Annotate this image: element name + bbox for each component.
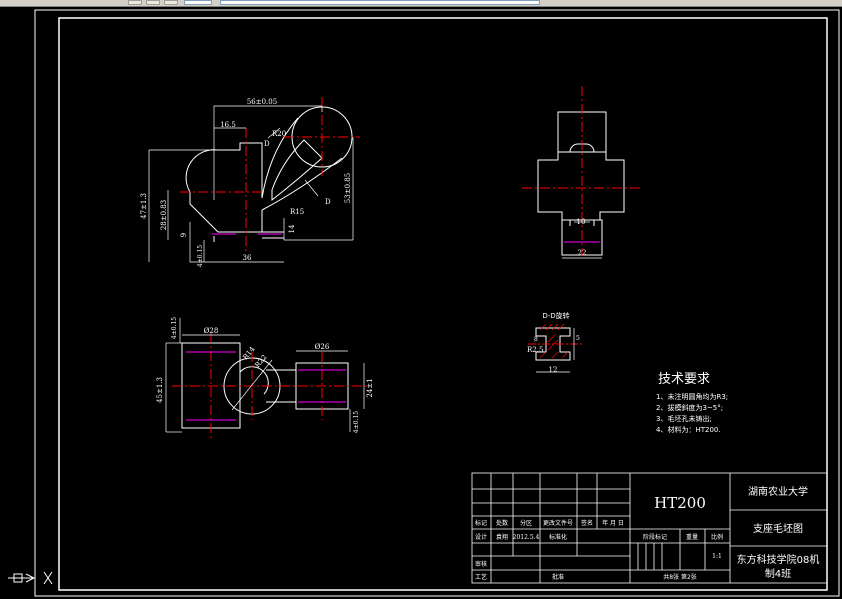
front-view <box>537 111 625 256</box>
section-dim-a: 8 <box>534 336 538 343</box>
sheet-count: 共8张 第2张 <box>663 573 697 581</box>
dim-inner-height: 28±0.83 <box>160 200 168 230</box>
dim-plan-tol1: 4±0.15 <box>171 317 178 339</box>
material-text: HT200 <box>654 494 706 512</box>
dim-plan-tol2: 4±0.15 <box>353 411 360 433</box>
approve-label: 批准 <box>552 573 564 581</box>
technical-notes: 技术要求 1、未注明圆角均为R3; 2、拔模斜度为3~5°; 3、毛坯孔未铸出;… <box>656 372 728 434</box>
university-text: 湖南农业大学 <box>748 485 808 498</box>
drawing-name-text: 支座毛坯图 <box>753 522 803 535</box>
dim-plan-dia1: Ø28 <box>204 327 219 335</box>
notes-title: 技术要求 <box>658 372 710 387</box>
section-label-a: D <box>264 140 270 148</box>
note-item-3: 3、毛坯孔未铸出; <box>656 414 712 423</box>
note-item-1: 1、未注明圆角均为R3; <box>656 392 728 401</box>
cad-drawing-canvas[interactable]: 56±0.05 16.5 R20 D D R15 47±1.3 28±0.83 … <box>0 0 842 599</box>
dim-bottom-tol: 4±0.15 <box>197 245 204 267</box>
dim-right-height: 53±0.85 <box>344 173 352 203</box>
dim-small-h: 9 <box>180 233 188 237</box>
class-name-text-1: 东方科技学院08机 <box>737 553 820 566</box>
stage-label: 阶段标记 <box>643 533 667 541</box>
dim-step-h: 14 <box>288 224 296 233</box>
dim-front-bottom: 22 <box>578 249 587 257</box>
section-title: D-D旋转 <box>542 311 569 320</box>
dim-plan-dia2: Ø26 <box>315 343 330 351</box>
dim-fillet-radius: R15 <box>290 208 304 216</box>
ucs-icon <box>8 571 53 585</box>
design-date: 2012.5.4 <box>513 534 540 541</box>
main-view <box>185 106 353 242</box>
review-label: 审核 <box>475 560 487 568</box>
header-date: 年 月 日 <box>602 519 624 527</box>
scale-label: 比例 <box>711 533 723 541</box>
title-block-texts: HT200 湖南农业大学 支座毛坯图 东方科技学院08机 制4班 标记 处数 分… <box>475 485 819 581</box>
inner-frame <box>58 17 828 591</box>
note-item-2: 2、拔模斜度为3~5°; <box>656 403 723 412</box>
dim-top-offset: 16.5 <box>220 121 236 129</box>
standard-label: 标准化 <box>549 533 567 541</box>
dim-plan-r: R14 <box>241 345 257 361</box>
dim-left-height: 47±1.3 <box>140 193 148 219</box>
header-zone: 分区 <box>520 519 532 527</box>
main-centerlines <box>180 97 360 252</box>
plan-dimension-texts: Ø28 Ø26 R14 R22 45±1.3 4±0.15 4±0.15 24±… <box>156 317 374 433</box>
plan-dimension-lines <box>165 318 365 433</box>
design-label: 设计 <box>475 533 487 541</box>
note-item-4: 4、材料为：HT200. <box>656 425 721 434</box>
section-label-b: D <box>325 198 331 206</box>
scale-value: 1:1 <box>712 553 722 560</box>
section-width: 12 <box>549 366 558 374</box>
weight-label: 重量 <box>686 533 698 541</box>
dim-plan-right: 24±1 <box>366 378 374 397</box>
designer-name: 袁翔 <box>496 533 508 541</box>
class-name-text-2: 制4班 <box>765 567 791 580</box>
header-sign: 签名 <box>581 519 593 527</box>
plan-centerlines <box>172 333 370 438</box>
header-count: 处数 <box>496 519 508 527</box>
section-radius: R2.5 <box>527 346 543 354</box>
section-dim-b: 5 <box>576 335 580 342</box>
header-mark: 标记 <box>475 519 487 527</box>
dim-base-width: 36 <box>243 254 252 262</box>
outer-frame <box>34 9 840 597</box>
dim-top-width: 56±0.05 <box>247 98 277 106</box>
section-view: D-D旋转 R2.5 12 8 5 <box>527 311 582 374</box>
dim-arm-radius: R20 <box>272 130 286 138</box>
header-change-doc: 更改文件号 <box>543 519 573 527</box>
dim-plan-left: 45±1.3 <box>156 377 164 403</box>
dim-front-small: 10 <box>577 218 586 226</box>
process-label: 工艺 <box>475 573 487 581</box>
